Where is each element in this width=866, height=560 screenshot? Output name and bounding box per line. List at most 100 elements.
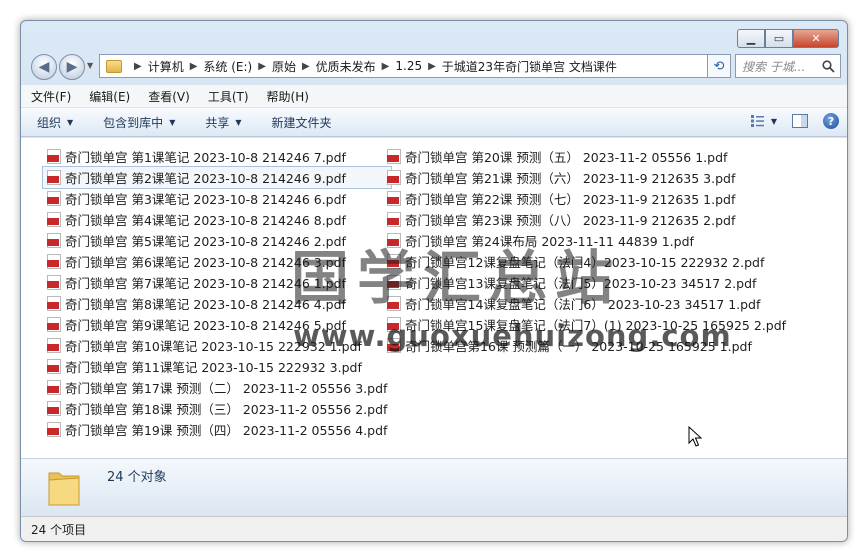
new-folder-button[interactable]: 新建文件夹 [272,114,332,131]
file-name: 奇门锁单宫 第19课 预测（四） 2023-11-2 05556 4.pdf [65,423,388,438]
file-item[interactable]: 奇门锁单宫 第22课 预测（七） 2023-11-9 212635 1.pdf [383,188,790,209]
file-item[interactable]: 奇门锁单宫 第17课 预测（二） 2023-11-2 05556 3.pdf [43,377,391,398]
navigation-bar: ◀ ▶ ▼ ▶ 计算机 ▶ 系统 (E:) ▶ 原始 ▶ 优质未发布 ▶ 1.25 ▶ 于城道23年奇… [21,51,847,81]
file-name: 奇门锁单宫 第23课 预测（八） 2023-11-9 212635 2.pdf [405,213,736,228]
file-item[interactable]: 奇门锁单宫 第23课 预测（八） 2023-11-9 212635 2.pdf [383,209,790,230]
file-name: 奇门锁单宫 第20课 预测（五） 2023-11-2 05556 1.pdf [405,150,728,165]
details-pane: 24 个对象 [21,458,847,517]
pdf-file-icon [387,149,401,164]
file-item[interactable]: 奇门锁单宫 第20课 预测（五） 2023-11-2 05556 1.pdf [383,146,790,167]
pdf-file-icon [47,380,61,395]
share-button[interactable]: 共享 ▼ [205,114,241,131]
include-library-label: 包含到库中 [103,115,164,130]
pdf-file-icon [47,317,61,332]
object-count: 24 个对象 [107,470,167,485]
forward-button[interactable]: ▶ [59,54,85,80]
breadcrumb-item[interactable]: 原始 [272,58,296,75]
file-item[interactable]: 奇门锁单宫 第1课笔记 2023-10-8 214246 7.pdf [43,146,391,167]
refresh-icon: ⟲ [713,58,725,74]
breadcrumb-item[interactable]: 1.25 [395,59,422,73]
breadcrumb-item[interactable]: 于城道23年奇门锁单宫 文档课件 [442,58,617,75]
pdf-file-icon [387,212,401,227]
breadcrumb-separator-icon[interactable]: ▶ [382,61,390,72]
change-view-button[interactable]: ▼ [749,112,777,130]
status-bar: 24 个项目 [21,516,847,541]
file-name: 奇门锁单宫 第3课笔记 2023-10-8 214246 6.pdf [65,192,346,207]
minimize-button[interactable]: ▁ [737,29,765,48]
mouse-cursor-icon [688,425,703,451]
command-bar: 组织 ▼ 包含到库中 ▼ 共享 ▼ 新建文件夹 ▼ ? [21,107,847,137]
include-library-button[interactable]: 包含到库中 ▼ [103,114,175,131]
pdf-file-icon [47,359,61,374]
pdf-file-icon [47,149,61,164]
watermark-chinese: 国学汇总站 [291,244,622,312]
recent-pages-dropdown[interactable]: ▼ [87,61,93,70]
caption-buttons: ▁ ▭ ✕ [737,29,839,48]
search-box[interactable]: 搜索 于城... [735,54,841,78]
breadcrumb-separator-icon[interactable]: ▶ [190,61,198,72]
file-item[interactable]: 奇门锁单宫 第4课笔记 2023-10-8 214246 8.pdf [43,209,391,230]
pdf-file-icon [47,338,61,353]
close-button[interactable]: ✕ [793,29,839,48]
pdf-file-icon [47,401,61,416]
breadcrumb-separator-icon[interactable]: ▶ [134,61,142,72]
file-item[interactable]: 奇门锁单宫 第3课笔记 2023-10-8 214246 6.pdf [43,188,391,209]
pdf-file-icon [47,296,61,311]
file-name: 奇门锁单宫 第4课笔记 2023-10-8 214246 8.pdf [65,213,346,228]
preview-pane-icon[interactable] [791,112,809,130]
menu-edit[interactable]: 编辑(E) [89,88,130,105]
file-name: 奇门锁单宫 第18课 预测（三） 2023-11-2 05556 2.pdf [65,402,388,417]
pdf-file-icon [47,170,61,185]
pdf-file-icon [47,233,61,248]
pdf-file-icon [387,191,401,206]
file-name: 奇门锁单宫 第2课笔记 2023-10-8 214246 9.pdf [65,171,346,186]
menu-view[interactable]: 查看(V) [148,88,190,105]
explorer-window: ▁ ▭ ✕ ◀ ▶ ▼ ▶ 计算机 ▶ 系统 (E:) ▶ 原始 ▶ 优质未发布 ▶ 1.25 ▶ 于… [20,20,848,542]
chevron-down-icon: ▼ [169,117,176,127]
file-name: 奇门锁单宫 第21课 预测（六） 2023-11-9 212635 3.pdf [405,171,736,186]
organize-label: 组织 [37,115,62,130]
breadcrumb: ▶ 计算机 ▶ 系统 (E:) ▶ 原始 ▶ 优质未发布 ▶ 1.25 ▶ 于城道23年奇门锁单宫 文… [128,55,617,77]
file-item[interactable]: 奇门锁单宫 第11课笔记 2023-10-15 222932 3.pdf [43,356,391,377]
maximize-button[interactable]: ▭ [765,29,793,48]
chevron-down-icon: ▼ [235,117,242,127]
file-item[interactable]: 奇门锁单宫 第18课 预测（三） 2023-11-2 05556 2.pdf [43,398,391,419]
file-item[interactable]: 奇门锁单宫 第21课 预测（六） 2023-11-9 212635 3.pdf [383,167,790,188]
share-label: 共享 [205,115,230,130]
breadcrumb-item[interactable]: 优质未发布 [316,58,376,75]
chevron-down-icon: ▼ [770,116,777,126]
refresh-button[interactable]: ⟲ [707,54,731,78]
view-list-icon [749,112,767,130]
breadcrumb-separator-icon[interactable]: ▶ [302,61,310,72]
pdf-file-icon [47,254,61,269]
folder-large-icon [47,467,81,507]
file-name: 奇门锁单宫 第22课 预测（七） 2023-11-9 212635 1.pdf [405,192,736,207]
forward-arrow-icon: ▶ [66,59,78,75]
file-item[interactable]: 奇门锁单宫 第2课笔记 2023-10-8 214246 9.pdf [41,166,393,189]
breadcrumb-item[interactable]: 系统 (E:) [203,58,252,75]
pdf-file-icon [47,422,61,437]
menu-tools[interactable]: 工具(T) [208,88,249,105]
command-bar-right: ▼ ? [749,112,839,130]
file-name: 奇门锁单宫 第11课笔记 2023-10-15 222932 3.pdf [65,360,362,375]
help-icon[interactable]: ? [823,113,839,129]
menu-help[interactable]: 帮助(H) [267,88,309,105]
menu-bar: 文件(F) 编辑(E) 查看(V) 工具(T) 帮助(H) [21,85,847,107]
back-button[interactable]: ◀ [31,54,57,80]
search-icon[interactable] [820,58,836,74]
address-bar[interactable]: ▶ 计算机 ▶ 系统 (E:) ▶ 原始 ▶ 优质未发布 ▶ 1.25 ▶ 于城道23年奇门锁单宫 文… [99,54,731,78]
pdf-file-icon [47,191,61,206]
breadcrumb-separator-icon[interactable]: ▶ [428,61,436,72]
file-name: 奇门锁单宫 第17课 预测（二） 2023-11-2 05556 3.pdf [65,381,388,396]
breadcrumb-separator-icon[interactable]: ▶ [258,61,266,72]
chevron-down-icon: ▼ [67,117,74,127]
watermark-url: www.guoxuehuizong.com [293,319,732,353]
organize-button[interactable]: 组织 ▼ [37,114,73,131]
menu-file[interactable]: 文件(F) [31,88,71,105]
new-folder-label: 新建文件夹 [271,115,332,130]
search-placeholder[interactable]: 搜索 于城... [736,58,820,75]
file-item[interactable]: 奇门锁单宫 第19课 预测（四） 2023-11-2 05556 4.pdf [43,419,391,440]
pdf-file-icon [387,170,401,185]
breadcrumb-item[interactable]: 计算机 [148,58,184,75]
pdf-file-icon [47,275,61,290]
